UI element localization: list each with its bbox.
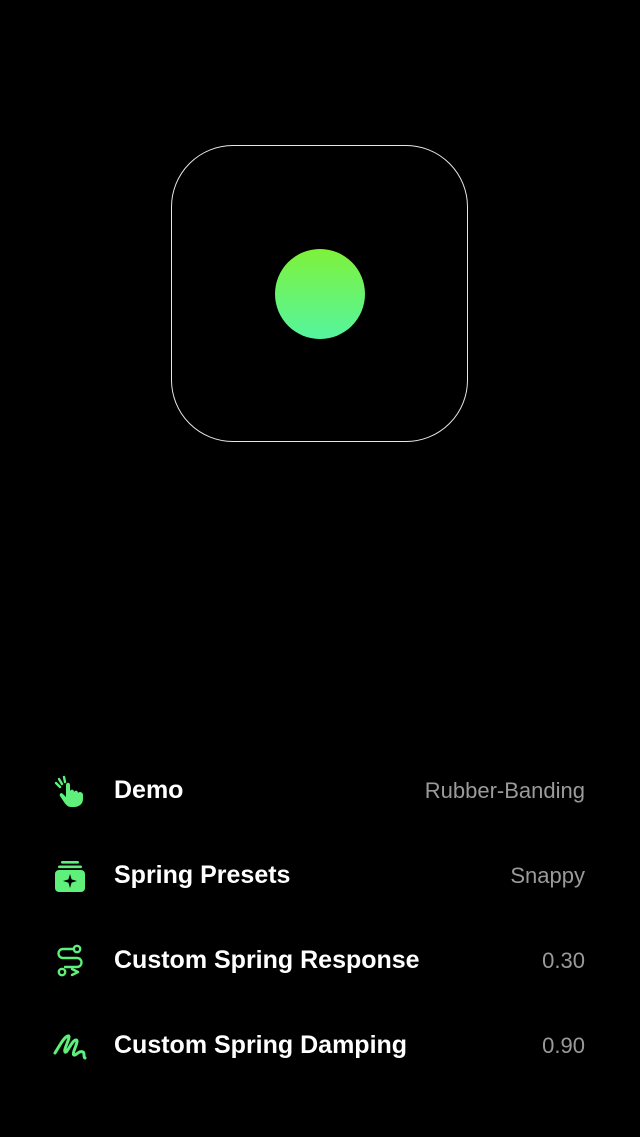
setting-row-custom-spring-response[interactable]: Custom Spring Response 0.30 xyxy=(0,918,640,1003)
setting-label: Demo xyxy=(114,776,184,804)
setting-row-custom-spring-damping[interactable]: Custom Spring Damping 0.90 xyxy=(0,1003,640,1088)
setting-value: 0.90 xyxy=(542,1032,585,1058)
spring-ball[interactable] xyxy=(275,249,365,339)
setting-value: 0.30 xyxy=(542,947,585,973)
scribble-icon xyxy=(52,1028,88,1064)
setting-row-demo[interactable]: Demo Rubber-Banding xyxy=(0,748,640,833)
presets-stack-icon xyxy=(52,858,88,894)
setting-label: Spring Presets xyxy=(114,861,291,889)
setting-value: Rubber-Banding xyxy=(424,777,585,803)
path-route-icon xyxy=(52,943,88,979)
setting-value: Snappy xyxy=(510,862,585,888)
setting-row-spring-presets[interactable]: Spring Presets Snappy xyxy=(0,833,640,918)
setting-label: Custom Spring Response xyxy=(114,946,420,974)
hand-tap-icon xyxy=(52,773,88,809)
setting-label: Custom Spring Damping xyxy=(114,1031,408,1059)
demo-preview-frame[interactable] xyxy=(171,145,468,442)
settings-list: Demo Rubber-Banding Spring Presets Snapp… xyxy=(0,748,640,1088)
